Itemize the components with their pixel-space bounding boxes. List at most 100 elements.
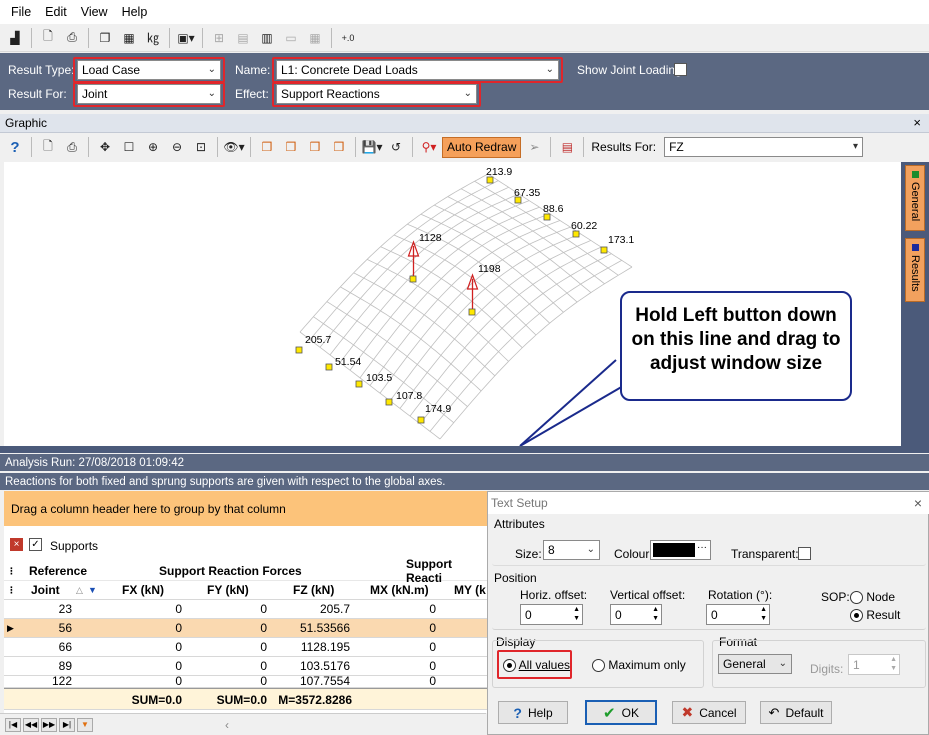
table-row-selected[interactable]: ▶ 56 0 0 51.53566 0 bbox=[4, 619, 488, 638]
spinner-icon[interactable]: ▲ ▼ bbox=[652, 605, 659, 623]
next-page-icon[interactable]: ▶▶ bbox=[41, 717, 57, 732]
sop-result-radio[interactable]: Result bbox=[850, 608, 900, 623]
side-panel: General Results bbox=[901, 162, 929, 446]
view-icon[interactable]: 👁▾ bbox=[223, 136, 245, 158]
save-icon[interactable]: 💾▾ bbox=[361, 136, 383, 158]
prev-page-icon[interactable]: ◀◀ bbox=[23, 717, 39, 732]
auto-redraw-button[interactable]: Auto Redraw bbox=[442, 136, 522, 158]
spinner-icon[interactable]: ▲ ▼ bbox=[760, 605, 767, 623]
digits-input[interactable]: 1 ▲ ▼ bbox=[848, 654, 900, 675]
view-3d-icon[interactable]: ❒ bbox=[256, 136, 278, 158]
spinner-icon[interactable]: ▲ ▼ bbox=[890, 655, 897, 673]
menu-view[interactable]: View bbox=[74, 5, 115, 19]
column-mx[interactable]: MX (kN.m) bbox=[370, 583, 429, 597]
column-fz[interactable]: FZ (kN) bbox=[293, 583, 334, 597]
view-top-icon[interactable]: ❒ bbox=[328, 136, 350, 158]
row-menu-icon[interactable]: ⋮ bbox=[7, 566, 16, 577]
cancel-button[interactable]: ✖ Cancel bbox=[672, 701, 746, 724]
row-menu-icon[interactable]: ⋮ bbox=[7, 585, 16, 596]
column-fy[interactable]: FY (kN) bbox=[207, 583, 249, 597]
close-icon[interactable]: × bbox=[10, 538, 23, 551]
show-joint-loading-checkbox[interactable] bbox=[674, 63, 687, 76]
units-icon[interactable]: ㎏ bbox=[142, 27, 164, 49]
sop-node-radio[interactable]: Node bbox=[850, 590, 895, 605]
menu-help[interactable]: Help bbox=[115, 5, 155, 19]
colour-picker[interactable]: ··· bbox=[650, 540, 711, 560]
column-my[interactable]: MY (k bbox=[454, 583, 486, 597]
scroll-left-icon[interactable]: ‹ bbox=[225, 718, 229, 732]
format-select[interactable]: General ⌄ bbox=[718, 654, 792, 674]
help-button[interactable]: ? Help bbox=[498, 701, 568, 724]
supports-checkbox[interactable]: ✓ bbox=[29, 538, 42, 551]
decimal-places-icon[interactable]: +.0 bbox=[337, 27, 359, 49]
table-row[interactable]: 23 0 0 205.7 0 bbox=[4, 600, 488, 619]
pan-icon[interactable]: ✥ bbox=[94, 136, 116, 158]
excel-export-icon[interactable]: ▦ bbox=[118, 27, 140, 49]
zoom-in-icon[interactable]: ⊕ bbox=[142, 136, 164, 158]
vert-offset-input[interactable]: 0 ▲ ▼ bbox=[610, 604, 662, 625]
close-icon[interactable]: × bbox=[913, 115, 921, 130]
print-preview-icon[interactable]: 🗋 bbox=[37, 27, 59, 49]
copy-icon[interactable]: ❐ bbox=[94, 27, 116, 49]
horiz-offset-input[interactable]: 0 ▲ ▼ bbox=[520, 604, 583, 625]
results-for-label: Results For: bbox=[591, 140, 657, 154]
size-select[interactable]: 8 ⌄ bbox=[543, 540, 600, 560]
results-for-value: FZ bbox=[669, 140, 684, 154]
print-icon[interactable]: ⎙ bbox=[61, 27, 83, 49]
filter-icon[interactable]: ⚲▾ bbox=[418, 136, 440, 158]
general-tab-icon bbox=[911, 171, 919, 178]
all-values-label: All values bbox=[518, 658, 571, 672]
close-icon[interactable]: × bbox=[914, 495, 922, 511]
max-only-radio[interactable]: Maximum only bbox=[592, 658, 686, 673]
zoom-window-icon[interactable]: ☐ bbox=[118, 136, 140, 158]
tree-icon[interactable]: ⊞ bbox=[208, 27, 230, 49]
help-icon: ? bbox=[513, 704, 522, 721]
mesh-line bbox=[309, 180, 499, 340]
spinner-icon[interactable]: ▲ ▼ bbox=[573, 605, 580, 623]
first-record-icon[interactable]: |◀ bbox=[5, 717, 21, 732]
table-row[interactable]: 66 0 0 1128.195 0 bbox=[4, 638, 488, 657]
filter-icon[interactable]: ▼ bbox=[77, 717, 93, 732]
view-side-icon[interactable]: ❒ bbox=[304, 136, 326, 158]
transparent-checkbox[interactable] bbox=[798, 547, 811, 560]
filter-dropdown-icon[interactable]: ▼ bbox=[88, 585, 97, 595]
cell-fy: 0 bbox=[260, 640, 267, 654]
menu-file[interactable]: File bbox=[4, 5, 38, 19]
column-joint[interactable]: Joint bbox=[31, 583, 60, 597]
report-icon[interactable]: ▥ bbox=[256, 27, 278, 49]
cell-mx: 0 bbox=[429, 676, 436, 688]
print-preview-icon[interactable]: 🗋 bbox=[37, 136, 59, 158]
model-icon[interactable]: ▟ bbox=[4, 27, 26, 49]
sort-asc-icon[interactable]: △ bbox=[76, 585, 83, 596]
last-record-icon[interactable]: ▶| bbox=[59, 717, 75, 732]
ellipsis-icon[interactable]: ··· bbox=[697, 542, 707, 553]
window-splitter[interactable] bbox=[0, 446, 929, 453]
refresh-icon[interactable]: ↺ bbox=[385, 136, 407, 158]
column-fx[interactable]: FX (kN) bbox=[122, 583, 164, 597]
all-values-radio[interactable]: All values bbox=[503, 658, 571, 673]
window-layout-icon[interactable]: ▣▾ bbox=[175, 27, 197, 49]
page-icon[interactable]: ▭ bbox=[280, 27, 302, 49]
group-by-panel[interactable]: Drag a column header here to group by th… bbox=[4, 491, 488, 526]
help-icon[interactable]: ? bbox=[4, 136, 26, 158]
table-row[interactable]: 89 0 0 103.5176 0 bbox=[4, 657, 488, 676]
tab-results[interactable]: Results bbox=[905, 238, 925, 302]
zoom-out-icon[interactable]: ⊖ bbox=[166, 136, 188, 158]
reaction-label: 173.1 bbox=[608, 234, 634, 246]
default-button[interactable]: ↶ Default bbox=[760, 701, 832, 724]
pointer-icon[interactable]: ➢ bbox=[523, 136, 545, 158]
print-icon[interactable]: ⎙ bbox=[61, 136, 83, 158]
support-node bbox=[468, 308, 476, 316]
table-icon[interactable]: ▦ bbox=[304, 27, 326, 49]
reactions-note-bar: Reactions for both fixed and sprung supp… bbox=[0, 473, 929, 490]
results-for-select[interactable]: FZ ▾ bbox=[664, 137, 864, 157]
zoom-extents-icon[interactable]: ⊡ bbox=[190, 136, 212, 158]
view-front-icon[interactable]: ❒ bbox=[280, 136, 302, 158]
tab-general[interactable]: General bbox=[905, 165, 925, 231]
ok-button[interactable]: ✔ OK bbox=[585, 700, 657, 725]
legend-icon[interactable]: ▤ bbox=[556, 136, 578, 158]
table-row[interactable]: 122 0 0 107.7554 0 bbox=[4, 676, 488, 688]
rotation-input[interactable]: 0 ▲ ▼ bbox=[706, 604, 770, 625]
grid-icon[interactable]: ▤ bbox=[232, 27, 254, 49]
menu-edit[interactable]: Edit bbox=[38, 5, 74, 19]
